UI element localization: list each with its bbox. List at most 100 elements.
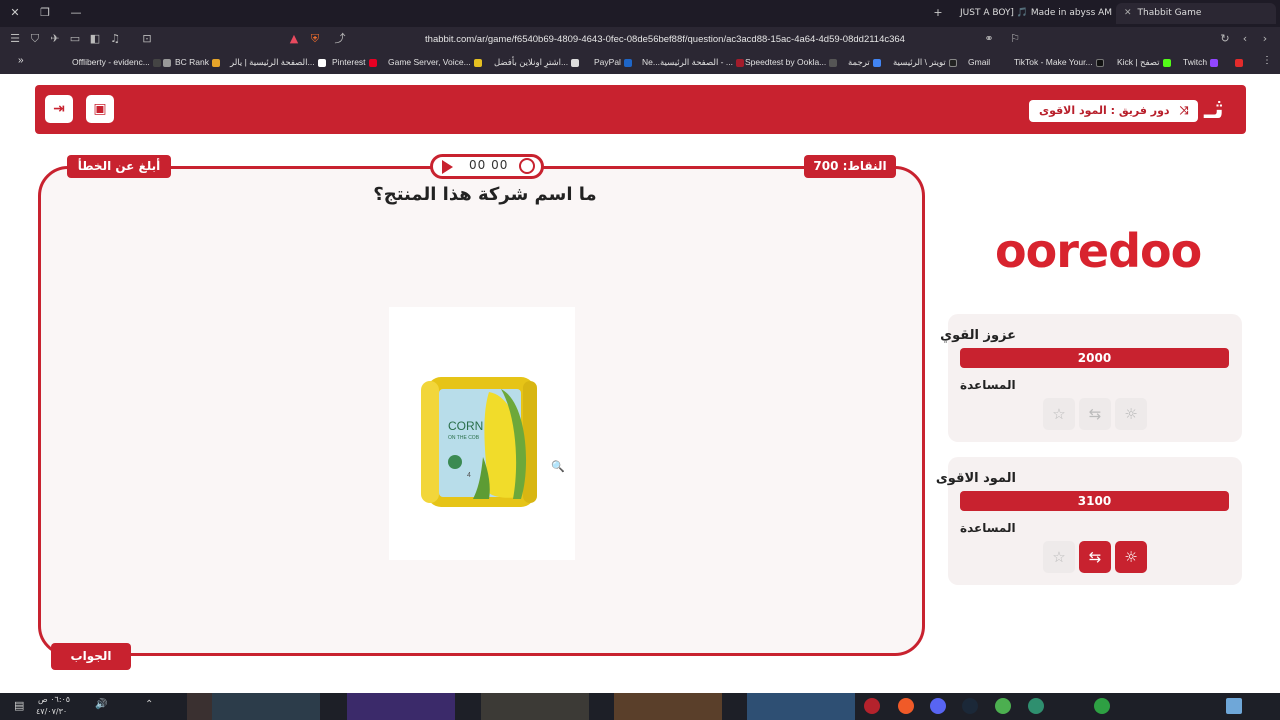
team-score: 2000 [960,348,1229,368]
browser-tab-bar: ✕ ❐ — + JUST A BOY] 🎵 Made in abyss AM\ … [0,0,1280,27]
shuffle-icon: ⤨ [1179,104,1189,117]
bookmark-item[interactable]: ترجمة [848,57,884,68]
forward-icon[interactable]: › [1258,32,1272,46]
tab-thabbit[interactable]: ✕ Thabbit Game [1116,3,1276,24]
volume-icon[interactable]: 🔊 [95,699,107,720]
turn-indicator: دور فريق : المود الاقوى ⤨ [1029,100,1199,122]
swap-help-icon[interactable]: ⇆ [1079,541,1111,573]
star-help-icon[interactable]: ☆ [1043,398,1075,430]
help-title: المساعدة [960,521,1016,535]
bookmark-item[interactable]: Offliberty - evidenc... [72,57,164,67]
exit-icon[interactable]: ⇥ [45,95,73,123]
timer-value: 00 00 [469,158,509,172]
reset-clock-icon[interactable] [519,158,535,174]
bookmark-item[interactable]: Kick | تصفح [1117,57,1174,68]
brave-shield-icon[interactable]: ⛨ [308,32,322,46]
star-help-icon[interactable]: ☆ [1043,541,1075,573]
restore-window-icon[interactable]: ❐ [38,6,52,20]
hint-help-icon[interactable]: ☼ [1115,541,1147,573]
bookmark-item[interactable]: Speedtest by Ookla... [745,57,840,67]
link-icon[interactable]: ⚭ [982,32,996,46]
corn-package-image: CORN ON THE COB 4 [421,377,537,507]
scoreboard-icon[interactable]: ▣ [86,95,114,123]
clock-date[interactable]: ٤٧/٠٧/٣٠ [36,707,67,720]
thabbit-logo: ثـ [1203,92,1225,125]
bookmark-item[interactable]: اشترِ اونلاين بأفضل... [494,57,582,68]
app-icon[interactable] [1028,698,1044,714]
bookmark-item[interactable]: الصفحة الرئيسية | يالر... [230,57,329,68]
report-error-button[interactable]: أبلغ عن الخطأ [67,155,171,178]
close-window-icon[interactable]: ✕ [8,6,22,20]
screenshot-icon[interactable]: ⊡ [140,32,154,46]
bookmark-item[interactable]: Game Server, Voice... [388,57,485,67]
reload-icon[interactable]: ↻ [1218,32,1232,46]
windows-start-icon[interactable] [1226,698,1242,714]
timer: 00 00 [430,154,544,179]
tab-music[interactable]: JUST A BOY] 🎵 Made in abyss AM\ [952,3,1112,24]
question-image[interactable]: CORN ON THE COB 4 [389,307,575,560]
tab-label: JUST A BOY] 🎵 Made in abyss AM\ [960,8,1112,18]
bookmarks-bar: » Offliberty - evidenc... BC Rank الصفحة… [0,52,1280,74]
music-icon[interactable]: ♫ [108,32,122,46]
close-tab-icon[interactable]: ✕ [1124,8,1132,18]
brave-icon[interactable] [898,698,914,714]
discord-icon[interactable] [930,698,946,714]
youtube-bookmark[interactable] [1232,57,1246,67]
team-score: 3100 [960,491,1229,511]
address-bar[interactable]: thabbit.com/ar/game/f6540b69-4809-4643-0… [330,30,1000,49]
bookmarks-overflow-icon[interactable]: » [18,55,24,66]
category-brand-logo: ooredoo [995,224,1202,278]
bookmark-item[interactable]: TikTok - Make Your... [1014,57,1107,67]
tray-chevron-icon[interactable]: ⌃ [145,699,153,720]
bookmark-item[interactable]: Ne... [642,57,660,67]
bookmark-icon[interactable]: ⚐ [1008,32,1022,46]
aria-icon[interactable]: ▲ [287,32,301,46]
question-text: ما اسم شركة هذا المنتج؟ [373,184,597,205]
zoom-icon[interactable]: 🔍 [551,460,565,473]
team-card: المود الاقوى 3100 المساعدة ☆ ⇆ ☼ [936,457,1242,585]
wallet-icon[interactable]: ✈ [48,32,62,46]
bookmarks-more-icon[interactable]: ⋮ [1262,55,1272,66]
package-text: CORN [448,419,483,433]
game-header: ⇥ ▣ دور فريق : المود الاقوى ⤨ ثـ [35,85,1246,134]
answer-button[interactable]: الجواب [51,643,131,670]
app-icon[interactable] [864,698,880,714]
bookmark-item[interactable]: BC Rank [175,57,223,67]
notification-icon[interactable]: ▤ [14,699,24,720]
menu-icon[interactable]: ☰ [8,32,22,46]
help-title: المساعدة [960,378,1016,392]
bookmark-item[interactable] [160,57,174,67]
bookmark-item[interactable]: الصفحة الرئيسية - ... [660,57,747,68]
team-name: عزوز القوي [940,328,1016,343]
svg-text:4: 4 [467,472,471,479]
swap-help-icon[interactable]: ⇆ [1079,398,1111,430]
app-icon[interactable] [1094,698,1110,714]
bookmark-item[interactable]: PayPal [594,57,635,67]
bookmark-item[interactable]: تويتر \ الرئيسية [893,57,960,68]
taskbar-thumbnail[interactable] [747,693,855,720]
taskbar-thumbnail[interactable] [481,693,589,720]
shield-icon[interactable]: ⛉ [28,32,42,46]
bookmark-item[interactable]: Gmail [968,57,990,67]
steam-icon[interactable] [962,698,978,714]
points-badge: النقاط: 700 [804,155,896,178]
back-icon[interactable]: ‹ [1238,32,1252,46]
play-icon[interactable] [442,160,453,174]
taskbar-thumbnail[interactable] [212,693,320,720]
minimize-window-icon[interactable]: — [69,6,83,20]
browser-nav-bar: ☰ ⛉ ✈ ▭ ◧ ♫ ⊡ ▲ ⛨ ⤴ thabbit.com/ar/game/… [0,27,1280,52]
taskbar: ▤ ٠٦:٠٥ ص ٤٧/٠٧/٣٠ 🔊 ⌃ [0,693,1280,720]
window-icon[interactable]: ▭ [68,32,82,46]
team-name: المود الاقوى [935,471,1016,486]
taskbar-thumbnail[interactable] [347,693,455,720]
bookmark-item[interactable]: Twitch [1183,57,1221,67]
taskbar-thumbnail[interactable] [614,693,722,720]
bookmark-item[interactable]: Pinterest [332,57,380,67]
sidebar-icon[interactable]: ◧ [88,32,102,46]
new-tab-icon[interactable]: + [931,6,945,20]
game-page: ⇥ ▣ دور فريق : المود الاقوى ⤨ ثـ أبلغ عن… [0,74,1280,693]
team-card: عزوز القوي 2000 المساعدة ☆ ⇆ ☼ [940,314,1242,442]
hint-help-icon[interactable]: ☼ [1115,398,1147,430]
chrome-icon[interactable] [995,698,1011,714]
tab-label: Thabbit Game [1137,8,1202,18]
